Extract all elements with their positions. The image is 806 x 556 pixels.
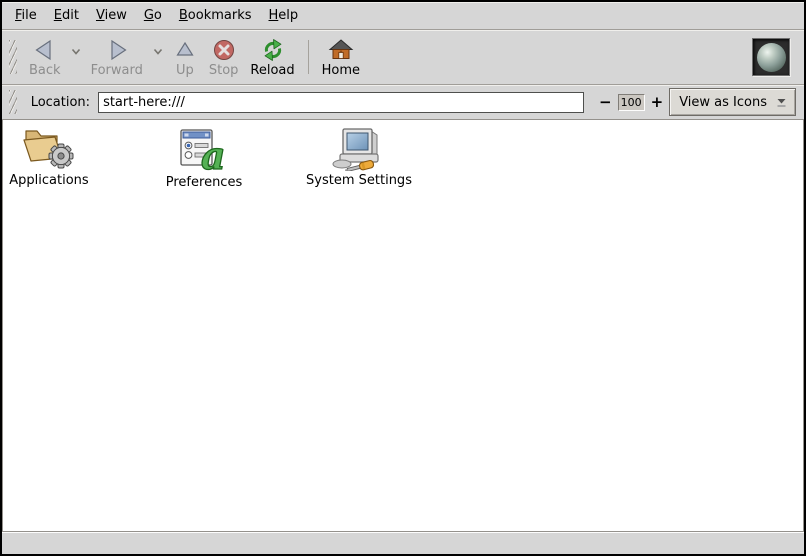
reload-label: Reload — [250, 64, 294, 78]
throbber-sphere-icon — [757, 43, 786, 72]
zoom-level: 100 — [618, 94, 645, 111]
svg-text:a: a — [201, 133, 226, 173]
up-label: Up — [176, 64, 194, 78]
stop-icon — [211, 38, 237, 62]
up-icon — [173, 38, 197, 62]
zoom-out-button[interactable]: − — [593, 93, 618, 111]
reload-button[interactable]: Reload — [244, 32, 300, 82]
icon-label: System Settings — [306, 174, 412, 188]
icon-label: Preferences — [166, 176, 242, 190]
forward-icon — [104, 38, 130, 62]
home-button[interactable]: Home — [316, 32, 366, 82]
stop-label: Stop — [209, 64, 239, 78]
applications-icon — [22, 125, 76, 171]
location-label: Location: — [31, 95, 90, 110]
toolbar-grip-handle[interactable] — [9, 40, 17, 74]
menu-view[interactable]: View — [96, 8, 127, 23]
preferences-icon: a — [178, 125, 230, 173]
home-icon — [328, 38, 354, 62]
back-icon — [32, 38, 58, 62]
menubar: File Edit View Go Bookmarks Help — [2, 2, 804, 30]
desktop-item-system-settings[interactable]: System Settings — [304, 125, 414, 188]
chevron-down-icon — [152, 47, 164, 56]
back-history-dropdown[interactable] — [67, 45, 85, 60]
menu-go[interactable]: Go — [144, 8, 162, 23]
reload-icon — [260, 38, 286, 62]
throbber — [752, 38, 790, 76]
back-label: Back — [29, 64, 61, 78]
location-input[interactable] — [98, 92, 584, 113]
view-as-label: View as Icons — [679, 95, 767, 110]
zoom-in-button[interactable]: + — [645, 93, 670, 111]
file-view[interactable]: Applications a Preferences — [2, 119, 804, 532]
desktop-item-preferences[interactable]: a Preferences — [149, 125, 259, 190]
icon-label: Applications — [9, 174, 88, 188]
desktop-item-applications[interactable]: Applications — [0, 125, 104, 188]
chevron-down-icon — [70, 47, 82, 56]
back-button[interactable]: Back — [23, 32, 67, 82]
status-bar — [2, 532, 804, 554]
home-label: Home — [322, 64, 360, 78]
menu-file[interactable]: File — [15, 8, 37, 23]
forward-button[interactable]: Forward — [85, 32, 149, 82]
stop-button[interactable]: Stop — [203, 32, 245, 82]
system-settings-icon — [331, 125, 387, 171]
forward-label: Forward — [91, 64, 143, 78]
option-menu-arrow-icon — [775, 96, 788, 109]
location-bar: Location: − 100 + View as Icons — [2, 85, 804, 119]
view-as-dropdown[interactable]: View as Icons — [669, 88, 796, 116]
toolbar-separator — [308, 40, 309, 74]
locationbar-grip-handle[interactable] — [9, 90, 17, 114]
nautilus-window: File Edit View Go Bookmarks Help Back Fo… — [0, 0, 806, 556]
forward-history-dropdown[interactable] — [149, 45, 167, 60]
menu-bookmarks[interactable]: Bookmarks — [179, 8, 252, 23]
menu-edit[interactable]: Edit — [54, 8, 79, 23]
up-button[interactable]: Up — [167, 32, 203, 82]
menu-help[interactable]: Help — [269, 8, 299, 23]
toolbar: Back Forward Up — [2, 30, 804, 85]
